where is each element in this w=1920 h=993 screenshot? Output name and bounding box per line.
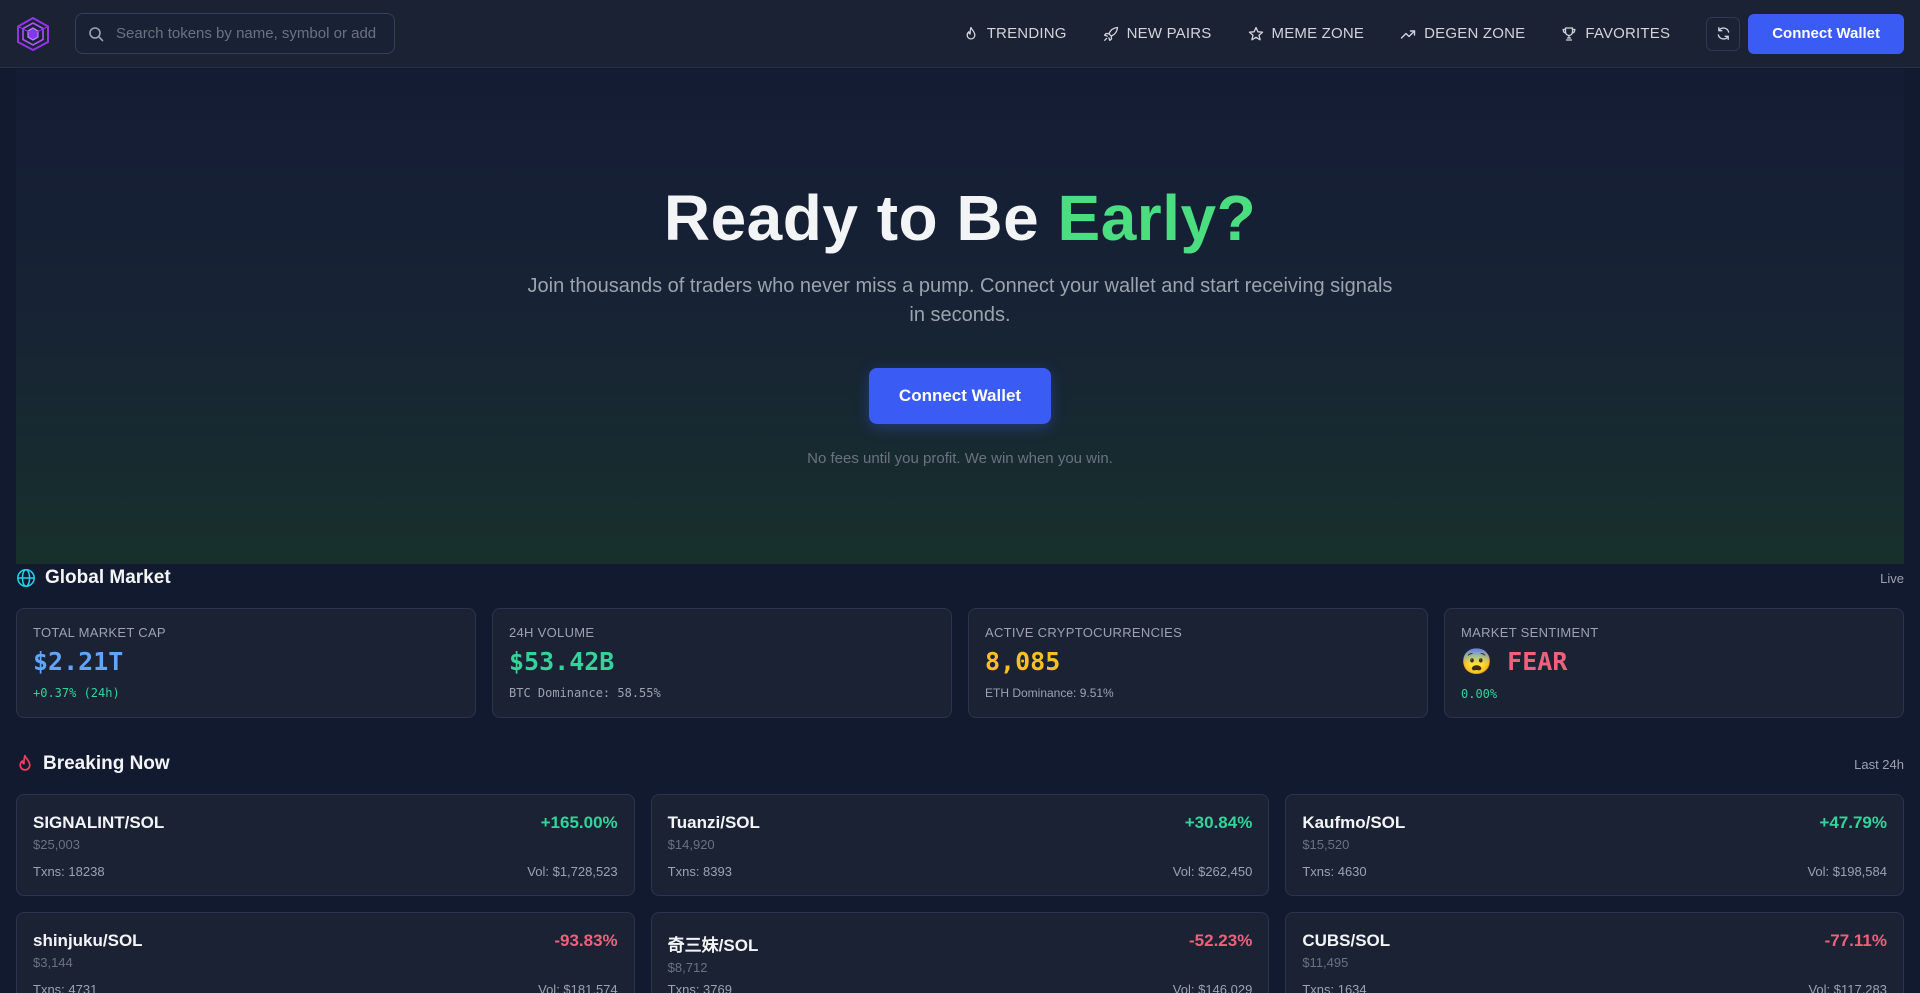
pair-card[interactable]: shinjuku/SOL $3,144 -93.83% Txns: 4731 V… [16,912,635,993]
nav-trending-label: TRENDING [986,25,1067,42]
search-input[interactable] [116,25,376,42]
top-navigation-bar: TRENDING NEW PAIRS MEME ZONE DEGEN ZONE [0,0,1920,68]
pair-name: shinjuku/SOL [33,931,143,950]
pair-name: Kaufmo/SOL [1302,813,1406,832]
rocket-icon [1103,26,1118,41]
pair-name: 奇三妹/SOL [667,936,759,955]
stat-label: ACTIVE CRYPTOCURRENCIES [985,625,1183,640]
pair-name: CUBS/SOL [1302,931,1391,950]
stat-card-market-sentiment: MARKET SENTIMENT 😨 FEAR 0.00% [1444,608,1904,718]
pair-name: Tuanzi/SOL [667,813,760,832]
pair-price: $14,920 [667,837,715,852]
star-icon [1248,26,1263,40]
flame-icon [966,26,976,40]
pair-volume: Vol: $198,584 [1807,864,1887,879]
stat-footnote: 0.00% [1461,687,1498,701]
stat-footnote: BTC Dominance: 58.55% [509,686,661,700]
breaking-now-header: Breaking Now Last 24h [16,750,1904,778]
pair-change: -93.83% [554,931,618,950]
flame-icon [19,754,31,771]
stat-card-24h-volume: 24H VOLUME $53.42B BTC Dominance: 58.55% [492,608,952,718]
pair-volume: Vol: $146,029 [1172,982,1253,993]
pair-change: -52.23% [1189,931,1253,950]
stat-footnote: +0.37% (24h) [33,686,120,700]
nav-new-pairs-label: NEW PAIRS [1126,25,1212,42]
stat-label: TOTAL MARKET CAP [33,625,166,640]
stat-card-active-cryptos: ACTIVE CRYPTOCURRENCIES 8,085 ETH Domina… [968,608,1428,718]
search-box[interactable] [75,13,395,54]
breaking-now-title: Breaking Now [43,753,170,774]
pair-txns: Txns: 3769 [667,982,732,993]
pair-name: SIGNALINT/SOL [33,813,165,832]
pair-change: +47.79% [1819,813,1887,832]
pair-txns: Txns: 1634 [1302,982,1367,993]
stat-footnote: ETH Dominance: 9.51% [985,686,1114,700]
stat-value: 8,085 [985,647,1061,676]
nav-degen-zone-label: DEGEN ZONE [1424,25,1526,42]
pair-card[interactable]: SIGNALINT/SOL $25,003 +165.00% Txns: 182… [16,794,635,896]
pair-volume: Vol: $117,283 [1808,982,1887,993]
nav-meme-zone-label: MEME ZONE [1271,25,1365,42]
pair-volume: Vol: $262,450 [1172,864,1253,879]
global-market-header: Global Market Live [16,564,1904,592]
live-indicator: Live [1880,570,1904,586]
connect-wallet-button[interactable]: Connect Wallet [1748,13,1904,54]
nav-new-pairs[interactable]: NEW PAIRS [1103,25,1212,42]
nav-trending[interactable]: TRENDING [963,25,1067,42]
nav-favorites-label: FAVORITES [1585,25,1671,42]
hero-subtitle: Join thousands of traders who never miss… [527,275,1393,326]
pair-price: $8,712 [667,960,708,975]
pair-price: $11,495 [1302,955,1349,970]
breaking-period: Last 24h [1854,756,1904,772]
pair-change: -77.11% [1824,931,1887,950]
global-market-title: Global Market [45,567,171,588]
trophy-icon [1562,26,1576,41]
pair-txns: Txns: 4731 [33,982,98,993]
pair-volume: Vol: $1,728,523 [527,864,618,879]
pair-change: +165.00% [540,813,618,832]
nav-degen-zone[interactable]: DEGEN ZONE [1400,25,1525,42]
hero-note: No fees until you profit. We win when yo… [807,450,1113,467]
pair-card[interactable]: Tuanzi/SOL $14,920 +30.84% Txns: 8393 Vo… [650,794,1270,896]
stat-value: 😨 FEAR [1461,647,1568,676]
market-stats: TOTAL MARKET CAP $2.21T +0.37% (24h) 24H… [16,608,1904,718]
pair-card[interactable]: Kaufmo/SOL $15,520 +47.79% Txns: 4630 Vo… [1285,794,1904,896]
trending-up-icon [1400,29,1416,39]
pair-txns: Txns: 18238 [33,864,105,879]
app-logo-icon[interactable] [16,16,50,51]
stat-card-market-cap: TOTAL MARKET CAP $2.21T +0.37% (24h) [16,608,476,718]
globe-icon [17,569,35,587]
breaking-pairs-grid: SIGNALINT/SOL $25,003 +165.00% Txns: 182… [16,794,1904,896]
hero-title-main: Ready to Be [663,182,1040,254]
pair-txns: Txns: 8393 [667,864,732,879]
stat-value: $2.21T [33,647,124,676]
refresh-icon [1717,27,1730,40]
pair-card[interactable]: 奇三妹/SOL $8,712 -52.23% Txns: 3769 Vol: $… [650,912,1270,993]
nav-meme-zone[interactable]: MEME ZONE [1248,25,1365,42]
refresh-button[interactable] [1706,16,1741,51]
pair-volume: Vol: $181,574 [538,982,618,993]
pair-txns: Txns: 4630 [1302,864,1367,879]
pair-change: +30.84% [1184,813,1253,832]
hero-connect-wallet-button[interactable]: Connect Wallet [869,368,1051,424]
hero-title: Ready to Be Early? [16,181,1904,255]
breaking-pairs-grid: shinjuku/SOL $3,144 -93.83% Txns: 4731 V… [16,912,1904,993]
pair-price: $3,144 [33,955,73,970]
search-icon [89,26,104,41]
stat-label: MARKET SENTIMENT [1461,625,1599,640]
stat-label: 24H VOLUME [509,625,595,640]
hero-title-accent: Early? [1057,182,1257,254]
nav-favorites[interactable]: FAVORITES [1561,25,1670,42]
pair-price: $15,520 [1302,837,1350,852]
pair-price: $25,003 [33,837,80,852]
pair-card[interactable]: CUBS/SOL $11,495 -77.11% Txns: 1634 Vol:… [1285,912,1904,993]
stat-value: $53.42B [509,647,615,676]
main-nav: TRENDING NEW PAIRS MEME ZONE DEGEN ZONE [927,13,1904,54]
hero-section: Ready to Be Early? Join thousands of tra… [16,69,1904,564]
